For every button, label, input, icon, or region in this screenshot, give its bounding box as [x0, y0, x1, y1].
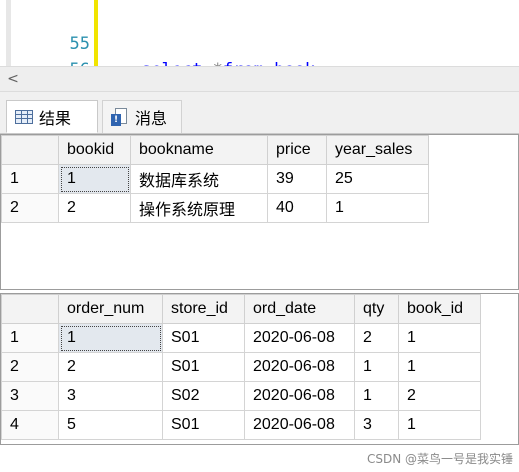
grid-cell[interactable]: 2	[58, 352, 163, 382]
code-line[interactable]: 55 select *from book	[0, 5, 519, 66]
grid-cell[interactable]: 3	[354, 410, 399, 440]
tab-results[interactable]: 结果	[6, 100, 98, 133]
result-grid-book[interactable]: bookid bookname price year_sales 1 1 数据库…	[0, 134, 519, 290]
tab-messages[interactable]: ! 消息	[102, 100, 182, 133]
row-number[interactable]: 2	[1, 193, 59, 223]
results-tabstrip: 结果 ! 消息	[0, 92, 519, 134]
grid-cell[interactable]: 40	[267, 193, 327, 223]
row-number[interactable]: 1	[1, 164, 59, 194]
grid-cell[interactable]: 2020-06-08	[244, 410, 355, 440]
row-number[interactable]: 1	[1, 323, 59, 353]
table-row[interactable]: 1 1 S01 2020-06-08 2 1	[1, 323, 481, 353]
grid-cell[interactable]: 2020-06-08	[244, 323, 355, 353]
grid-corner[interactable]	[1, 135, 59, 165]
grid-cell[interactable]: 2020-06-08	[244, 381, 355, 411]
grid-corner[interactable]	[1, 294, 59, 324]
column-header[interactable]: ord_date	[244, 294, 355, 324]
grid-cell[interactable]: 1	[326, 193, 429, 223]
table-row[interactable]: 2 2 操作系统原理 40 1	[1, 193, 429, 223]
messages-icon: !	[111, 108, 129, 126]
column-header[interactable]: book_id	[398, 294, 481, 324]
column-header[interactable]: order_num	[58, 294, 163, 324]
line-number: 56	[40, 57, 90, 66]
column-header[interactable]: bookid	[58, 135, 131, 165]
editor-horizontal-scrollbar[interactable]: <	[0, 66, 519, 92]
column-header[interactable]: bookname	[130, 135, 268, 165]
grid-cell[interactable]: 1	[398, 323, 481, 353]
tab-messages-label: 消息	[135, 109, 168, 128]
scroll-left-arrow-icon[interactable]: <	[2, 67, 24, 91]
grid-cell[interactable]: 2	[398, 381, 481, 411]
column-header[interactable]: price	[267, 135, 327, 165]
grid-cell[interactable]: 1	[354, 381, 399, 411]
row-number[interactable]: 2	[1, 352, 59, 382]
table-row[interactable]: 3 3 S02 2020-06-08 1 2	[1, 381, 481, 411]
grid-header-row: bookid bookname price year_sales	[1, 135, 429, 165]
grid-cell-selected[interactable]: 1	[58, 323, 163, 353]
grid-cell[interactable]: S01	[162, 410, 245, 440]
grid-cell[interactable]: 2	[58, 193, 131, 223]
grid-cell[interactable]: 39	[267, 164, 327, 194]
grid-cell[interactable]: 3	[58, 381, 163, 411]
sql-editor[interactable]: 55 select *from book 56 select *from boo…	[0, 0, 519, 66]
grid-icon	[15, 109, 33, 124]
grid-cell[interactable]: 2020-06-08	[244, 352, 355, 382]
code-line[interactable]: 56 select *from book_sales	[0, 31, 519, 66]
grid-cell[interactable]: S01	[162, 352, 245, 382]
grid-cell[interactable]: 2	[354, 323, 399, 353]
column-header[interactable]: year_sales	[326, 135, 429, 165]
grid-cell[interactable]: S02	[162, 381, 245, 411]
row-number[interactable]: 3	[1, 381, 59, 411]
result-grid-book-sales[interactable]: order_num store_id ord_date qty book_id …	[0, 293, 519, 445]
grid-cell[interactable]: 数据库系统	[130, 164, 268, 194]
grid-cell[interactable]: 1	[398, 352, 481, 382]
watermark: CSDN @菜鸟一号是我实锤	[366, 452, 513, 466]
table-row[interactable]: 2 2 S01 2020-06-08 1 1	[1, 352, 481, 382]
grid-cell[interactable]: 1	[354, 352, 399, 382]
footer-area: CSDN @菜鸟一号是我实锤	[0, 445, 519, 472]
column-header[interactable]: qty	[354, 294, 399, 324]
table-row[interactable]: 1 1 数据库系统 39 25	[1, 164, 429, 194]
tab-results-label: 结果	[39, 108, 72, 128]
grid-cell[interactable]: 25	[326, 164, 429, 194]
table-row[interactable]: 4 5 S01 2020-06-08 3 1	[1, 410, 481, 440]
grid-cell-selected[interactable]: 1	[58, 164, 131, 194]
code-text[interactable]: select *from book	[141, 57, 315, 66]
column-header[interactable]: store_id	[162, 294, 245, 324]
row-number[interactable]: 4	[1, 410, 59, 440]
grid-cell[interactable]: 5	[58, 410, 163, 440]
grid-cell[interactable]: 操作系统原理	[130, 193, 268, 223]
grid-header-row: order_num store_id ord_date qty book_id	[1, 294, 481, 324]
grid-cell[interactable]: S01	[162, 323, 245, 353]
grid-cell[interactable]: 1	[398, 410, 481, 440]
